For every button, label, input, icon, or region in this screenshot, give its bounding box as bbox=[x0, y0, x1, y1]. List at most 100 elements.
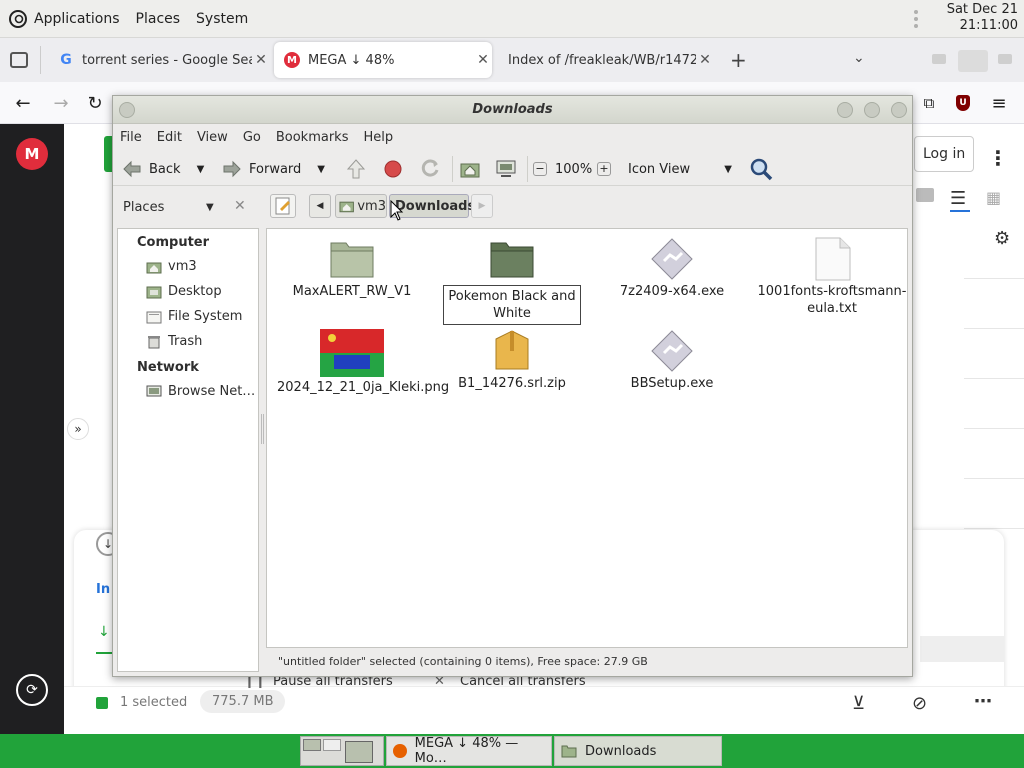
sync-icon[interactable]: ⟳ bbox=[16, 674, 48, 706]
maximize-icon[interactable] bbox=[958, 50, 988, 72]
file-item-zip[interactable]: B1_14276.srl.zip bbox=[437, 329, 587, 392]
reload-icon[interactable]: ↻ bbox=[82, 90, 108, 116]
zoom-out-button[interactable]: − bbox=[533, 156, 547, 182]
menu-help[interactable]: Help bbox=[363, 130, 393, 145]
close-tab-icon[interactable]: ✕ bbox=[252, 52, 270, 68]
forward-arrow-icon[interactable]: → bbox=[48, 90, 74, 116]
login-label: Log in bbox=[923, 146, 966, 162]
more-actions-icon[interactable]: ⋯ bbox=[974, 691, 992, 712]
new-tab-button[interactable]: + bbox=[730, 48, 747, 72]
transfers-tab-partial[interactable]: In bbox=[96, 582, 110, 597]
workspace-2-icon[interactable] bbox=[323, 739, 341, 751]
settings-gear-icon[interactable]: ⚙ bbox=[994, 228, 1010, 249]
tab-overview-icon[interactable] bbox=[10, 52, 28, 68]
breadcrumb-scroll-left-icon[interactable]: ◀ bbox=[309, 194, 331, 218]
back-button[interactable]: Back ▼ bbox=[121, 156, 204, 182]
home-button[interactable] bbox=[459, 156, 481, 182]
menu-bookmarks[interactable]: Bookmarks bbox=[276, 130, 349, 145]
view-mode-select[interactable]: Icon View ▼ bbox=[628, 156, 732, 182]
zoom-in-icon: + bbox=[597, 162, 611, 176]
login-button[interactable]: Log in bbox=[914, 136, 974, 172]
applications-menu[interactable]: Applications bbox=[34, 11, 120, 27]
workspace-3-icon[interactable] bbox=[345, 741, 373, 763]
back-arrow-icon[interactable]: ← bbox=[10, 90, 36, 116]
taskbar-item-downloads[interactable]: Downloads bbox=[554, 736, 722, 766]
computer-icon bbox=[496, 160, 516, 177]
link-icon[interactable]: ⊘ bbox=[912, 693, 927, 714]
extensions-icon[interactable]: ⧉ bbox=[916, 90, 942, 116]
edit-location-button[interactable] bbox=[270, 194, 296, 218]
menu-file[interactable]: File bbox=[120, 130, 142, 145]
grid-view-icon[interactable]: ▦ bbox=[986, 188, 1001, 207]
menu-view[interactable]: View bbox=[197, 130, 228, 145]
sidebar-item-browse-network[interactable]: Browse Net… bbox=[146, 384, 255, 399]
file-name: B1_14276.srl.zip bbox=[458, 376, 566, 391]
places-menu[interactable]: Places bbox=[136, 11, 181, 27]
download-icon[interactable]: ⊻ bbox=[852, 693, 865, 714]
tab-google-search[interactable]: G torrent series - Google Sear ✕ bbox=[48, 42, 270, 78]
sidebar-item-label: Trash bbox=[168, 334, 203, 349]
close-tab-icon[interactable]: ✕ bbox=[474, 52, 492, 68]
search-button[interactable] bbox=[749, 156, 773, 182]
taskbar-item-firefox[interactable]: MEGA ↓ 48% — Mo… bbox=[386, 736, 552, 766]
system-menu[interactable]: System bbox=[196, 11, 248, 27]
up-button[interactable] bbox=[345, 156, 367, 182]
file-item-kleki-png[interactable]: 2024_12_21_0ja_Kleki.png bbox=[277, 329, 449, 396]
reload-button[interactable] bbox=[419, 156, 441, 182]
window-titlebar[interactable]: Downloads bbox=[113, 96, 912, 124]
list-view-icon[interactable]: ☰ bbox=[950, 188, 966, 209]
menu-go[interactable]: Go bbox=[243, 130, 261, 145]
sidebar-selector-dropdown-icon[interactable]: ▼ bbox=[206, 202, 214, 213]
debian-logo-icon[interactable] bbox=[8, 9, 28, 29]
tab-mega[interactable]: M MEGA ↓ 48% ✕ bbox=[274, 42, 492, 78]
file-item-7z-exe[interactable]: 7z2409-x64.exe bbox=[597, 237, 747, 300]
menu-edit[interactable]: Edit bbox=[157, 130, 182, 145]
tab-index-of[interactable]: Index of /freakleak/WB/r14726 ✕ bbox=[496, 42, 714, 78]
file-item-bbsetup-exe[interactable]: BBSetup.exe bbox=[597, 329, 747, 392]
zoom-level[interactable]: 100% bbox=[555, 156, 592, 182]
workspace-1-icon[interactable] bbox=[303, 739, 321, 751]
computer-button[interactable] bbox=[495, 156, 517, 182]
minimize-window-icon[interactable] bbox=[837, 102, 853, 118]
workspace-switcher[interactable] bbox=[300, 736, 384, 766]
expand-panel-icon[interactable]: » bbox=[67, 418, 89, 440]
sidebar-item-desktop[interactable]: Desktop bbox=[146, 284, 222, 299]
forward-history-dropdown-icon[interactable]: ▼ bbox=[317, 164, 325, 175]
breadcrumb-vm3[interactable]: vm3 bbox=[335, 194, 387, 218]
bottom-panel: MEGA ↓ 48% — Mo… Downloads bbox=[0, 734, 1024, 768]
selected-checkbox-icon[interactable] bbox=[96, 697, 108, 709]
rename-field[interactable]: Pokemon Black and White bbox=[443, 285, 581, 325]
breadcrumb-scroll-right-icon[interactable]: ▶ bbox=[471, 194, 493, 218]
computer-section-header: Computer bbox=[137, 235, 210, 250]
sidebar-item-vm3[interactable]: vm3 bbox=[146, 259, 197, 274]
close-sidebar-icon[interactable]: ✕ bbox=[234, 198, 246, 214]
sidebar-item-label: File System bbox=[168, 309, 243, 324]
list-all-tabs-icon[interactable]: ⌄ bbox=[853, 50, 865, 66]
sidebar-item-trash[interactable]: Trash bbox=[146, 334, 202, 349]
close-window-icon[interactable] bbox=[891, 102, 907, 118]
ublock-icon[interactable]: U bbox=[956, 95, 970, 111]
hamburger-menu-icon[interactable]: ≡ bbox=[986, 90, 1012, 116]
sidebar-selector-label[interactable]: Places bbox=[123, 200, 164, 215]
minimize-icon[interactable] bbox=[932, 54, 946, 64]
file-name: 7z2409-x64.exe bbox=[619, 284, 725, 299]
places-sidebar: Computer vm3 Desktop File System Trash N… bbox=[117, 228, 259, 672]
more-options-icon[interactable]: ⋮ bbox=[988, 146, 1008, 170]
close-tab-icon[interactable]: ✕ bbox=[696, 52, 714, 68]
clock[interactable]: Sat Dec 21 21:11:00 bbox=[947, 2, 1018, 34]
maximize-window-icon[interactable] bbox=[864, 102, 880, 118]
file-item-pokemon-folder[interactable]: Pokemon Black and White bbox=[437, 237, 587, 325]
zoom-in-button[interactable]: + bbox=[597, 156, 611, 182]
sidebar-item-file-system[interactable]: File System bbox=[146, 309, 242, 324]
stop-button[interactable] bbox=[383, 156, 403, 182]
pane-resize-handle[interactable] bbox=[261, 414, 264, 444]
close-window-icon[interactable] bbox=[998, 54, 1012, 64]
sidebar-item-label: Browse Net… bbox=[168, 384, 256, 399]
thumbnail-view-icon[interactable] bbox=[916, 188, 934, 202]
mega-logo-icon[interactable]: M bbox=[16, 138, 48, 170]
breadcrumb-label: Downloads bbox=[395, 198, 476, 214]
file-item-maxalert-folder[interactable]: MaxALERT_RW_V1 bbox=[277, 237, 427, 300]
back-history-dropdown-icon[interactable]: ▼ bbox=[197, 164, 205, 175]
file-item-fonts-eula[interactable]: 1001fonts-kroftsmann-eula.txt bbox=[757, 237, 907, 317]
forward-button[interactable]: Forward ▼ bbox=[221, 156, 325, 182]
